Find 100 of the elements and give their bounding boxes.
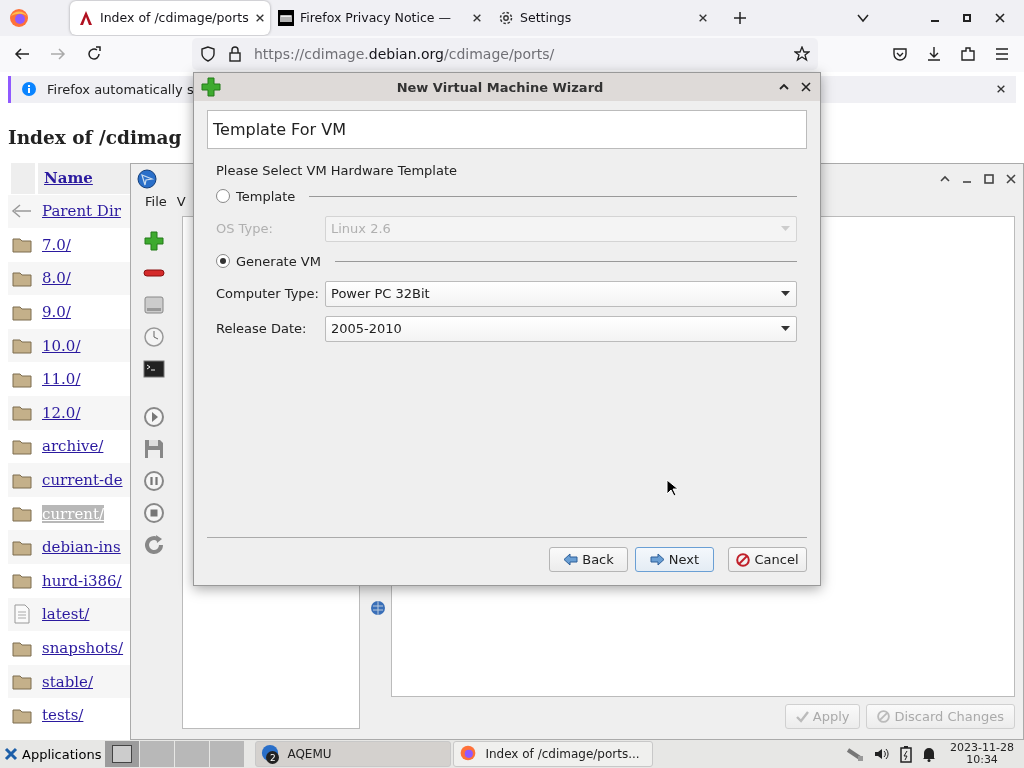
lock-icon: [228, 45, 242, 62]
caret-icon: [781, 290, 790, 297]
shield-icon: [200, 45, 216, 62]
directory-link[interactable]: 7.0/: [42, 235, 71, 254]
menu-icon[interactable]: [994, 45, 1010, 62]
reload-icon[interactable]: [86, 45, 102, 62]
folder-icon: [12, 270, 32, 287]
network-icon[interactable]: [846, 746, 865, 762]
directory-link[interactable]: hurd-i386/: [42, 571, 122, 590]
browser-tab[interactable]: Index of /cdimage/ports: [70, 0, 270, 35]
pocket-icon[interactable]: [892, 45, 908, 62]
field-label: Release Date:: [216, 321, 308, 336]
m-logo-icon: [278, 9, 294, 26]
folder-icon: [12, 639, 32, 657]
battery-icon[interactable]: [900, 745, 913, 763]
notification-text: Firefox automatically s: [47, 81, 194, 97]
address-bar[interactable]: https://cdimage.debian.org/cdimage/ports/: [192, 37, 818, 70]
workspace-switch[interactable]: [105, 741, 140, 767]
folder-icon: [12, 471, 32, 489]
directory-link[interactable]: 11.0/: [42, 370, 81, 389]
directory-link[interactable]: debian-ins: [42, 538, 121, 557]
right-arrow-icon: [649, 553, 665, 566]
caret-icon: [781, 325, 790, 332]
plus-icon: [200, 76, 222, 98]
directory-link[interactable]: 10.0/: [42, 336, 81, 355]
dropdown[interactable]: 2005-2010: [325, 315, 797, 342]
menu-item[interactable]: V: [176, 194, 186, 212]
close-icon[interactable]: [994, 11, 1006, 24]
folder-icon: [12, 706, 32, 724]
applications-menu[interactable]: Applications: [0, 740, 106, 768]
folder-icon: [12, 673, 32, 691]
volume-icon[interactable]: [874, 746, 891, 762]
section-label: Please Select VM Hardware Template: [216, 163, 458, 178]
firefox-icon: [459, 744, 478, 762]
workspace-switch[interactable]: [140, 741, 175, 767]
column-header-link[interactable]: Name: [44, 169, 93, 187]
dropdown[interactable]: Power PC 32Bit: [325, 280, 797, 307]
folder-icon: [12, 370, 32, 388]
folder-icon: [12, 572, 32, 590]
directory-link[interactable]: archive/: [42, 437, 104, 456]
menu-item[interactable]: File: [145, 194, 167, 212]
field-label: Computer Type:: [216, 286, 320, 301]
cursor-icon: [666, 479, 678, 497]
browser-tab[interactable]: Firefox Privacy Notice —: [270, 0, 490, 35]
plus-icon[interactable]: [732, 9, 748, 26]
workspace-switch[interactable]: [175, 741, 210, 767]
directory-link[interactable]: latest/: [42, 605, 90, 624]
wizard-button[interactable]: Next: [635, 547, 714, 572]
taskbar-button[interactable]: Index of /cdimage/ports...: [453, 741, 654, 767]
puzzle-icon[interactable]: [960, 45, 976, 62]
maximize-icon[interactable]: [983, 173, 995, 185]
firefox-icon[interactable]: [8, 6, 30, 29]
directory-link[interactable]: 8.0/: [42, 269, 71, 288]
star-icon[interactable]: [794, 45, 810, 62]
left-arrow-icon: [563, 553, 579, 566]
back-icon[interactable]: [14, 45, 30, 62]
close-icon[interactable]: [254, 12, 265, 23]
wizard-button[interactable]: Cancel: [728, 547, 807, 572]
radio-button[interactable]: [216, 189, 230, 203]
directory-link[interactable]: Parent Dir: [42, 202, 121, 221]
maximize-icon[interactable]: [962, 12, 972, 23]
taskbar-button[interactable]: 2 AQEMU: [255, 741, 452, 767]
download-icon[interactable]: [926, 45, 942, 62]
bell-icon[interactable]: [922, 746, 937, 762]
radio-label[interactable]: Template: [236, 188, 296, 204]
radio-label[interactable]: Generate VM: [236, 253, 321, 269]
play-icon[interactable]: [143, 406, 165, 428]
checkmark-icon: [795, 710, 809, 723]
letter-a-icon: [78, 9, 94, 26]
clock[interactable]: 2023-11-28 10:34: [950, 742, 1014, 766]
document-icon: [14, 604, 30, 625]
dialog-title: New Virtual Machine Wizard: [395, 79, 605, 95]
close-icon[interactable]: [1005, 173, 1017, 185]
x-logo-icon: [4, 747, 18, 761]
clock-icon[interactable]: [143, 326, 165, 348]
folder-icon: [12, 538, 32, 556]
wizard-button[interactable]: Back: [549, 547, 628, 572]
plus-icon[interactable]: [143, 230, 165, 252]
stop-icon[interactable]: [143, 502, 165, 524]
radio-button[interactable]: [216, 254, 230, 268]
folder-icon: [12, 236, 32, 254]
close-icon[interactable]: [698, 12, 708, 23]
folder-icon: [12, 337, 32, 355]
field-label: OS Type:: [216, 221, 274, 236]
terminal-icon[interactable]: [143, 358, 165, 380]
back-arrow-icon: [11, 203, 33, 220]
page-heading: Index of /cdimag: [8, 126, 182, 148]
directory-link[interactable]: current-de: [42, 471, 123, 490]
close-icon[interactable]: [472, 12, 482, 23]
directory-link[interactable]: 12.0/: [42, 403, 81, 422]
pause-icon[interactable]: [143, 470, 165, 492]
directory-link[interactable]: tests/: [42, 706, 84, 725]
workspace-switch[interactable]: [210, 741, 245, 767]
directory-link[interactable]: snapshots/: [42, 639, 124, 657]
close-icon[interactable]: [996, 83, 1006, 94]
browser-tab[interactable]: Settings: [490, 0, 716, 35]
close-icon[interactable]: [800, 81, 812, 93]
directory-link[interactable]: stable/: [42, 672, 93, 691]
globe-icon[interactable]: [370, 600, 386, 616]
directory-link[interactable]: 9.0/: [42, 303, 71, 322]
